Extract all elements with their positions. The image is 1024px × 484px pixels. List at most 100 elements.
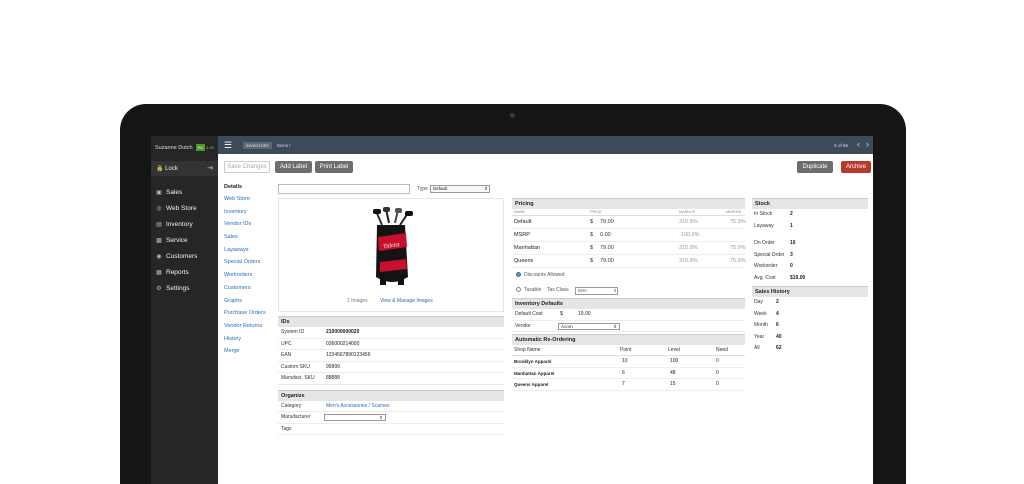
- taxable-label: Taxable: [524, 287, 542, 293]
- box-icon: ▤: [156, 221, 162, 228]
- ean-field[interactable]: 1234567890123456: [326, 350, 371, 361]
- sidebar-item-settings[interactable]: ⚙ Settings: [151, 279, 218, 295]
- stat-row: Month 6: [752, 320, 868, 332]
- logout-icon[interactable]: ⇥: [207, 164, 213, 172]
- markup-value: 315.8%: [679, 245, 698, 251]
- manufacturer-row: Manufacturer ⇕: [278, 412, 504, 424]
- price-input[interactable]: 79.00: [600, 242, 614, 255]
- subnav-special-orders[interactable]: Special Orders: [224, 259, 274, 272]
- archive-button[interactable]: Archive: [841, 161, 871, 173]
- price-input[interactable]: 0.00: [600, 229, 611, 242]
- stat-value: 16: [790, 240, 796, 246]
- subnav-vendor-returns[interactable]: Vendor Returns: [224, 323, 274, 336]
- price-input[interactable]: 79.00: [600, 216, 614, 229]
- subnav-sales[interactable]: Sales: [224, 234, 274, 247]
- subnav-graphs[interactable]: Graphs: [224, 298, 274, 311]
- type-label: Type: [417, 186, 428, 192]
- discounts-toggle[interactable]: Discounts Allowed: [512, 268, 745, 283]
- id-row[interactable]: Manufact. SKU 88888: [278, 373, 504, 385]
- currency-symbol: $: [590, 232, 594, 238]
- price-input[interactable]: 79.00: [600, 255, 614, 268]
- stat-value: 3: [790, 251, 793, 258]
- add-label-button[interactable]: Add Label: [275, 161, 312, 173]
- description-input[interactable]: [278, 184, 410, 194]
- category-link[interactable]: Men's Accessories / Scarves: [326, 401, 389, 412]
- discounts-checkbox[interactable]: [516, 272, 521, 278]
- subnav-details[interactable]: Details: [224, 184, 274, 196]
- reorder-point-input[interactable]: 10: [622, 356, 628, 368]
- id-row[interactable]: UPC 036000214000: [278, 339, 504, 350]
- chevron-right-icon[interactable]: ›: [866, 139, 869, 149]
- type-select[interactable]: Default ⇕: [430, 185, 490, 193]
- stat-value: 40: [776, 333, 782, 340]
- user-name: Suzanne Dutch: [155, 145, 193, 151]
- lock-label: Lock: [165, 166, 178, 172]
- id-label: Custom SKU: [281, 363, 310, 370]
- subnav-merge[interactable]: Merge: [224, 348, 274, 361]
- upc-field[interactable]: 036000214000: [326, 339, 359, 350]
- custom-sku-field[interactable]: 99999: [326, 362, 340, 373]
- subnav-customers[interactable]: Customers: [224, 285, 274, 298]
- id-row[interactable]: Custom SKU 99999: [278, 362, 504, 373]
- stat-label: Workorder: [754, 263, 778, 269]
- chart-icon: ▦: [156, 269, 162, 276]
- sidebar-item-sales[interactable]: ▣ Sales: [151, 183, 218, 199]
- subnav-web-store[interactable]: Web Store: [224, 196, 274, 209]
- stat-label: On Order: [754, 240, 775, 246]
- currency-symbol: $: [590, 219, 594, 225]
- sidebar-item-customers[interactable]: ◉ Customers: [151, 247, 218, 263]
- manufacturer-select[interactable]: ⇕: [324, 414, 386, 421]
- select-arrows-icon: ⇕: [613, 323, 617, 329]
- duplicate-button[interactable]: Duplicate: [797, 161, 833, 173]
- breadcrumb[interactable]: Items /: [277, 143, 291, 148]
- stat-row: Year 40: [752, 332, 868, 344]
- reorder-level-input[interactable]: 100: [670, 356, 678, 368]
- stat-row: Avg. Cost $19.00: [752, 273, 868, 285]
- manufact-sku-field[interactable]: 88888: [326, 373, 340, 384]
- vendor-select[interactable]: Acorn ⇕: [558, 322, 620, 330]
- sidebar-item-inventory[interactable]: ▤ Inventory: [151, 215, 218, 231]
- chevron-left-icon[interactable]: ‹: [857, 139, 860, 149]
- stat-value: 62: [776, 345, 782, 351]
- default-cost-input[interactable]: 19.00: [578, 309, 591, 320]
- subnav-inventory[interactable]: Inventory: [224, 209, 274, 222]
- reorder-level-input[interactable]: 48: [670, 368, 676, 380]
- sidebar-item-service[interactable]: ▩ Service: [151, 231, 218, 247]
- vendor-label: Vendor: [515, 322, 531, 329]
- reorder-point-input[interactable]: 6: [622, 368, 625, 380]
- subnav-purchase-orders[interactable]: Purchase Orders: [224, 310, 274, 323]
- tax-class-select[interactable]: Item ⇕: [575, 287, 618, 295]
- reorder-point-input[interactable]: 7: [622, 379, 625, 391]
- subnav-history[interactable]: History: [224, 336, 274, 349]
- subnav-vendor-ids[interactable]: Vendor IDs: [224, 221, 274, 234]
- sidebar-nav: ▣ Sales ◎ Web Store ▤ Inventory ▩ Service ◉ C…: [151, 183, 218, 295]
- tags-label: Tags: [281, 425, 292, 432]
- image-count: 1 Images: [347, 298, 368, 304]
- menu-icon[interactable]: ☰: [224, 140, 232, 151]
- breadcrumb-section[interactable]: INVENTORY: [243, 142, 273, 149]
- sidebar-item-web-store[interactable]: ◎ Web Store: [151, 199, 218, 215]
- subnav-workorders[interactable]: Workorders: [224, 272, 274, 285]
- lock-button[interactable]: 🔒 Lock ⇥: [151, 161, 218, 176]
- item-image-panel[interactable]: Titleist 1 Images View & Manage Images: [278, 198, 504, 312]
- print-label-button[interactable]: Print Label: [315, 161, 353, 173]
- currency-symbol: $: [590, 245, 594, 251]
- id-row[interactable]: EAN 1234567890123456: [278, 350, 504, 362]
- sidebar-item-reports[interactable]: ▦ Reports: [151, 263, 218, 279]
- user-info[interactable]: Suzanne Dutch R1 3:45: [151, 136, 218, 161]
- col-name: NAME: [514, 210, 525, 214]
- manage-images-link[interactable]: View & Manage Images: [380, 298, 433, 304]
- organize-header: Organize: [278, 389, 504, 401]
- price-row: Queens $79.00 315.8% 75.9%: [512, 255, 746, 268]
- price-level-name: Manhattan: [514, 245, 540, 251]
- pricing-column: Pricing NAME PRICE MARKUP MARGIN Default…: [512, 198, 746, 391]
- taxable-checkbox[interactable]: [516, 287, 521, 293]
- type-select-value: Default: [433, 186, 448, 191]
- subnav-layaways[interactable]: Layaways: [224, 247, 274, 260]
- tags-row: Tags: [278, 424, 504, 435]
- shop-name: Brooklyn Apparel: [514, 359, 552, 364]
- save-changes-button[interactable]: Save Changes: [224, 161, 270, 173]
- reorder-level-input[interactable]: 15: [670, 379, 676, 391]
- col-shop-name: Shop Name: [514, 347, 541, 353]
- manufacturer-label: Manufacturer: [281, 414, 311, 420]
